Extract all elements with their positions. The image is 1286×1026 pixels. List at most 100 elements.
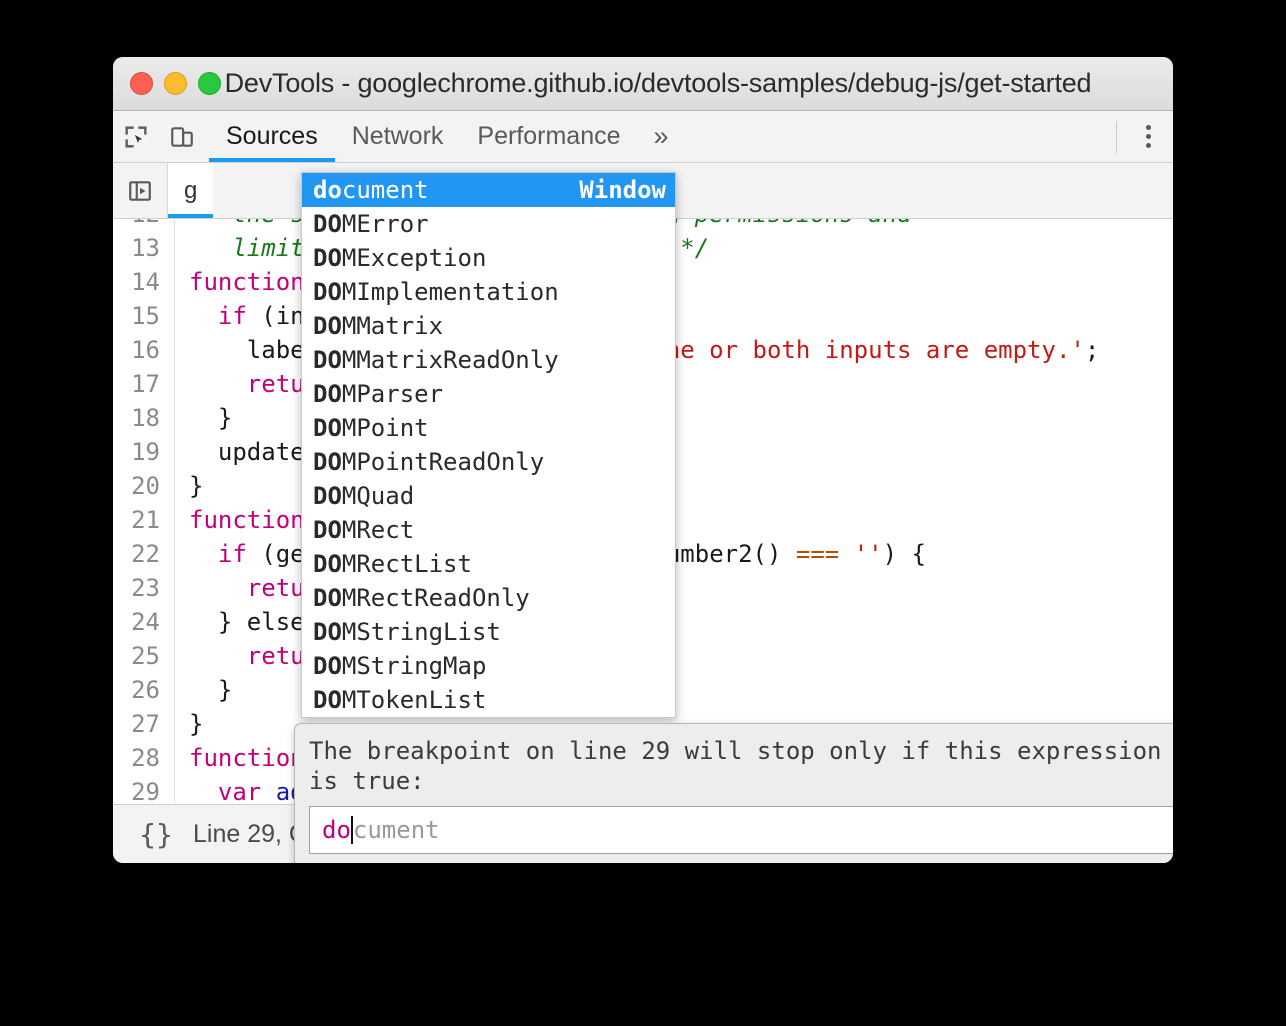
autocomplete-item-label: DOMError	[313, 207, 429, 241]
breakpoint-typed-text: do	[322, 816, 351, 844]
line-number[interactable]: 19	[113, 435, 175, 469]
traffic-lights	[130, 72, 221, 95]
autocomplete-item-rest: MRectList	[342, 550, 472, 578]
code-token-keyword: var	[218, 778, 261, 806]
code-token-plain	[189, 302, 218, 330]
autocomplete-item[interactable]: DOMQuad	[302, 479, 675, 513]
autocomplete-item-label: DOMMatrix	[313, 309, 443, 343]
code-token-plain: }	[189, 710, 203, 738]
autocomplete-match-prefix: DO	[313, 346, 342, 374]
tab-performance-label: Performance	[477, 122, 620, 151]
autocomplete-item-rest: MParser	[342, 380, 443, 408]
autocomplete-item[interactable]: DOMRect	[302, 513, 675, 547]
chevron-double-right-icon: »	[654, 121, 669, 152]
autocomplete-item-rest: MTokenList	[342, 686, 487, 714]
toolbar-divider	[1116, 121, 1117, 153]
file-tab[interactable]: g	[168, 163, 213, 218]
autocomplete-item[interactable]: DOMImplementation	[302, 275, 675, 309]
autocomplete-item[interactable]: DOMMatrix	[302, 309, 675, 343]
autocomplete-match-prefix: DO	[313, 618, 342, 646]
title-bar: DevTools - googlechrome.github.io/devtoo…	[113, 57, 1173, 111]
code-token-plain	[189, 540, 218, 568]
tabs-overflow-button[interactable]: »	[638, 111, 685, 162]
code-token-plain: ;	[1085, 336, 1099, 364]
autocomplete-item[interactable]: DOMError	[302, 207, 675, 241]
autocomplete-item[interactable]: DOMTokenList	[302, 683, 675, 717]
autocomplete-item[interactable]: DOMMatrixReadOnly	[302, 343, 675, 377]
pretty-print-icon[interactable]: {}	[133, 818, 179, 851]
autocomplete-item-label: DOMMatrixReadOnly	[313, 343, 559, 377]
tab-performance[interactable]: Performance	[460, 111, 637, 162]
autocomplete-item-rest: MStringMap	[342, 652, 487, 680]
line-number[interactable]: 27	[113, 707, 175, 741]
autocomplete-match-prefix: DO	[313, 550, 342, 578]
line-number[interactable]: 18	[113, 401, 175, 435]
tab-network-label: Network	[352, 122, 444, 151]
minimize-button[interactable]	[164, 72, 187, 95]
autocomplete-dropdown[interactable]: documentWindowDOMErrorDOMExceptionDOMImp…	[301, 172, 676, 718]
autocomplete-item[interactable]: DOMRectReadOnly	[302, 581, 675, 615]
close-button[interactable]	[130, 72, 153, 95]
code-token-keyword: function	[189, 744, 305, 772]
autocomplete-item-label: DOMException	[313, 241, 486, 275]
inspect-element-icon[interactable]	[113, 114, 159, 160]
line-number[interactable]: 17	[113, 367, 175, 401]
autocomplete-item-label: DOMStringMap	[313, 649, 486, 683]
autocomplete-item-label: DOMParser	[313, 377, 443, 411]
autocomplete-match-prefix: DO	[313, 414, 342, 442]
autocomplete-item[interactable]: DOMStringList	[302, 615, 675, 649]
device-toolbar-icon[interactable]	[159, 114, 205, 160]
maximize-button[interactable]	[198, 72, 221, 95]
autocomplete-item-label: DOMTokenList	[313, 683, 486, 717]
autocomplete-match-prefix: DO	[313, 448, 342, 476]
tab-network[interactable]: Network	[335, 111, 461, 162]
autocomplete-item-rest: MMatrix	[342, 312, 443, 340]
autocomplete-item[interactable]: DOMRectList	[302, 547, 675, 581]
autocomplete-item[interactable]: document Window	[302, 173, 675, 207]
line-number[interactable]: 22	[113, 537, 175, 571]
autocomplete-item-label: DOMImplementation	[313, 275, 559, 309]
tab-sources[interactable]: Sources	[209, 111, 335, 162]
autocomplete-item-rest: MRectReadOnly	[342, 584, 530, 612]
breakpoint-condition-input[interactable]: document	[309, 806, 1173, 854]
file-tab-label: g	[184, 177, 197, 205]
show-navigator-icon[interactable]	[113, 163, 168, 218]
kebab-menu-icon[interactable]	[1123, 114, 1173, 160]
code-token-string: ''	[854, 540, 883, 568]
code-token-plain: }	[189, 472, 203, 500]
autocomplete-item[interactable]: DOMPoint	[302, 411, 675, 445]
line-number[interactable]: 28	[113, 741, 175, 775]
autocomplete-item[interactable]: DOMException	[302, 241, 675, 275]
autocomplete-item-rest: MError	[342, 210, 429, 238]
kebab-dot	[1146, 134, 1151, 139]
line-number[interactable]: 25	[113, 639, 175, 673]
line-number[interactable]: 26	[113, 673, 175, 707]
code-token-plain	[189, 574, 247, 602]
autocomplete-match-prefix: DO	[313, 278, 342, 306]
line-number[interactable]: 14	[113, 265, 175, 299]
autocomplete-match-prefix: DO	[313, 244, 342, 272]
autocomplete-item[interactable]: DOMPointReadOnly	[302, 445, 675, 479]
line-number[interactable]: 24	[113, 605, 175, 639]
line-number[interactable]: 21	[113, 503, 175, 537]
line-number[interactable]: 16	[113, 333, 175, 367]
code-token-keyword: if	[218, 540, 247, 568]
code-token-plain	[261, 778, 275, 806]
autocomplete-item[interactable]: DOMParser	[302, 377, 675, 411]
autocomplete-item-label: DOMRectList	[313, 547, 472, 581]
autocomplete-match-prefix: do	[313, 176, 342, 204]
autocomplete-item-type: Window	[579, 173, 666, 207]
line-number[interactable]: 23	[113, 571, 175, 605]
kebab-dot	[1146, 143, 1151, 148]
autocomplete-item-rest: cument	[342, 176, 429, 204]
line-number[interactable]: 15	[113, 299, 175, 333]
autocomplete-match-prefix: DO	[313, 210, 342, 238]
autocomplete-item-rest: MStringList	[342, 618, 501, 646]
autocomplete-match-prefix: DO	[313, 380, 342, 408]
line-number[interactable]: 20	[113, 469, 175, 503]
line-number[interactable]: 13	[113, 231, 175, 265]
line-number[interactable]: 12	[113, 219, 175, 231]
autocomplete-item[interactable]: DOMStringMap	[302, 649, 675, 683]
code-token-plain	[189, 370, 247, 398]
autocomplete-item-rest: MRect	[342, 516, 414, 544]
